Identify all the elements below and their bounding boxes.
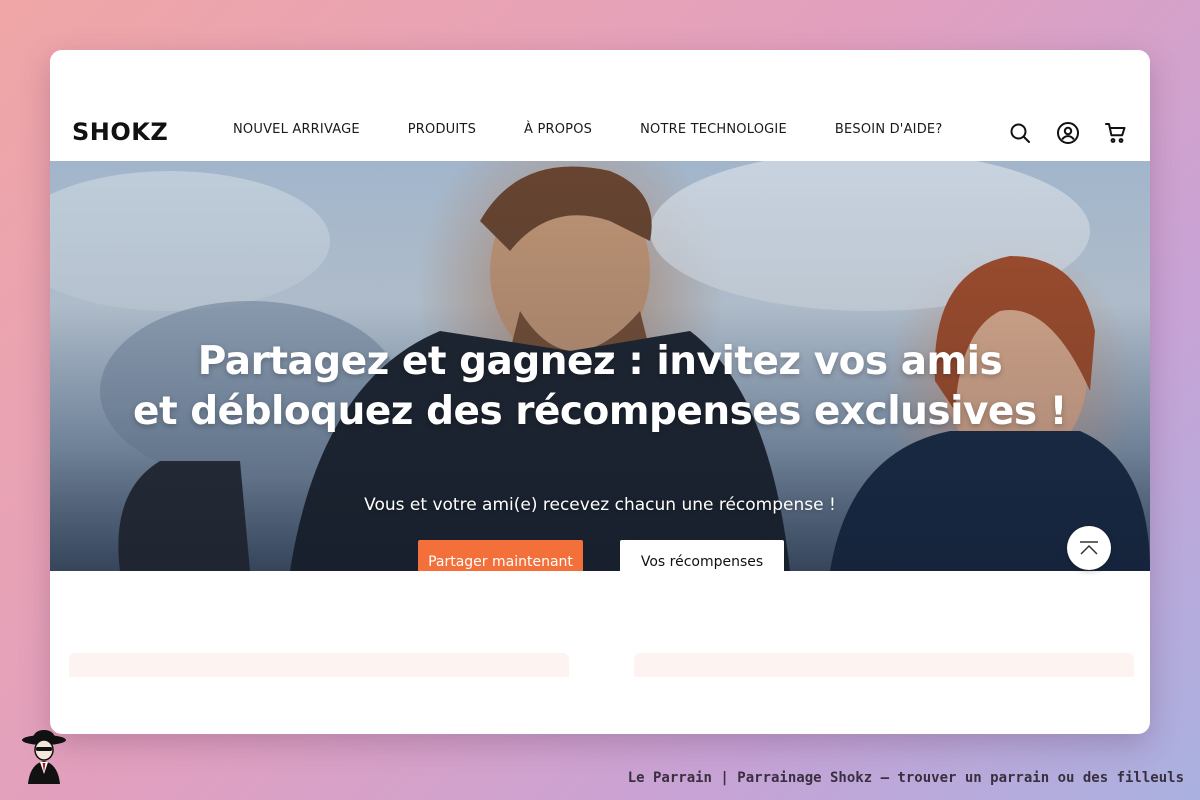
reward-card-right xyxy=(634,653,1134,677)
browser-window: SHOKZ NOUVEL ARRIVAGE PRODUITS À PROPOS … xyxy=(50,50,1150,734)
nav-item-besoin-aide[interactable]: BESOIN D'AIDE? xyxy=(835,122,943,137)
nav-item-nouvel-arrivage[interactable]: NOUVEL ARRIVAGE xyxy=(233,122,360,137)
search-icon[interactable] xyxy=(1008,121,1032,145)
account-icon[interactable] xyxy=(1056,121,1080,145)
scroll-to-top-button[interactable] xyxy=(1067,526,1111,570)
hero-title: Partagez et gagnez : invitez vos amis et… xyxy=(50,337,1150,437)
le-parrain-logo xyxy=(22,730,66,784)
reward-card-left xyxy=(69,653,569,677)
site-header: SHOKZ NOUVEL ARRIVAGE PRODUITS À PROPOS … xyxy=(50,50,1150,161)
share-now-button[interactable]: Partager maintenant xyxy=(418,540,583,571)
chevron-up-icon xyxy=(1080,541,1098,555)
main-nav: NOUVEL ARRIVAGE PRODUITS À PROPOS NOTRE … xyxy=(233,122,942,137)
shokz-logo[interactable]: SHOKZ xyxy=(72,116,168,148)
nav-item-a-propos[interactable]: À PROPOS xyxy=(524,122,592,137)
cart-icon[interactable] xyxy=(1104,121,1128,145)
nav-item-produits[interactable]: PRODUITS xyxy=(408,122,476,137)
hero-title-line-2: et débloquez des récompenses exclusives … xyxy=(133,389,1067,434)
page-caption: Le Parrain | Parrainage Shokz — trouver … xyxy=(627,770,1184,786)
logo-text: SHOKZ xyxy=(72,118,169,146)
hero-title-line-1: Partagez et gagnez : invitez vos amis xyxy=(197,339,1003,384)
your-rewards-button[interactable]: Vos récompenses xyxy=(620,540,784,571)
nav-item-notre-technologie[interactable]: NOTRE TECHNOLOGIE xyxy=(640,122,787,137)
hero-banner: Partagez et gagnez : invitez vos amis et… xyxy=(50,161,1150,571)
header-icons xyxy=(1008,121,1128,145)
hero-subtitle: Vous et votre ami(e) recevez chacun une … xyxy=(364,495,836,515)
